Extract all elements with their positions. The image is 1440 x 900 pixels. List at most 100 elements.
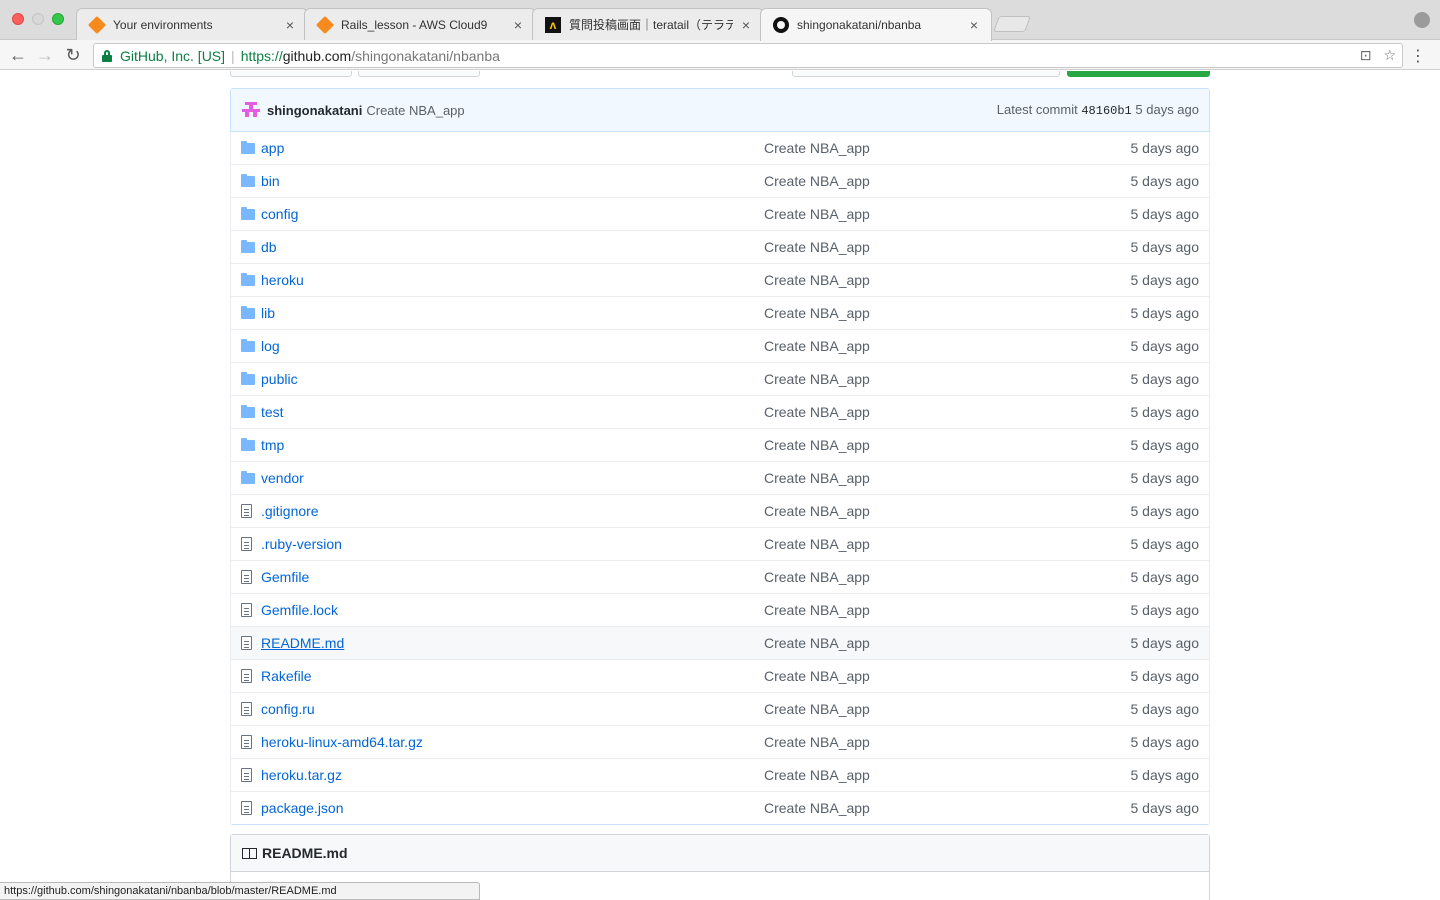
file-commit-message-link[interactable]: Create NBA_app [764,239,1039,255]
file-row[interactable]: public Create NBA_app 5 days ago [231,362,1209,395]
file-commit-message-link[interactable]: Create NBA_app [764,767,1039,783]
file-actions-button-group[interactable] [792,71,1060,77]
file-row[interactable]: README.md Create NBA_app 5 days ago [231,626,1209,659]
branch-button[interactable] [230,71,352,77]
file-name-link[interactable]: vendor [261,470,764,486]
file-name-link[interactable]: config.ru [261,701,764,717]
file-commit-message-link[interactable]: Create NBA_app [764,470,1039,486]
file-commit-message-link[interactable]: Create NBA_app [764,140,1039,156]
folder-icon [231,305,261,319]
file-row[interactable]: log Create NBA_app 5 days ago [231,329,1209,362]
file-commit-message-link[interactable]: Create NBA_app [764,371,1039,387]
file-name-link[interactable]: heroku [261,272,764,288]
file-commit-age: 5 days ago [1130,536,1200,552]
address-bar[interactable]: GitHub, Inc. [US] | https://github.com/s… [93,43,1403,68]
close-icon[interactable]: × [967,17,981,33]
file-commit-message-link[interactable]: Create NBA_app [764,602,1039,618]
file-name-link[interactable]: tmp [261,437,764,453]
file-name-link[interactable]: heroku-linux-amd64.tar.gz [261,734,764,750]
file-name-link[interactable]: app [261,140,764,156]
file-commit-message-link[interactable]: Create NBA_app [764,206,1039,222]
close-icon[interactable]: × [283,17,297,33]
file-icon [231,702,261,716]
file-name-link[interactable]: test [261,404,764,420]
file-name-link[interactable]: README.md [261,635,764,651]
file-name-link[interactable]: public [261,371,764,387]
file-commit-message-link[interactable]: Create NBA_app [764,338,1039,354]
translate-icon[interactable]: ⊡ [1360,47,1372,64]
file-row[interactable]: lib Create NBA_app 5 days ago [231,296,1209,329]
close-icon[interactable]: × [739,17,753,33]
close-icon[interactable]: × [511,17,525,33]
file-commit-message-link[interactable]: Create NBA_app [764,404,1039,420]
browser-menu-icon[interactable]: ⋮ [1410,46,1426,66]
file-commit-message-link[interactable]: Create NBA_app [764,305,1039,321]
file-row[interactable]: test Create NBA_app 5 days ago [231,395,1209,428]
file-row[interactable]: Rakefile Create NBA_app 5 days ago [231,659,1209,692]
file-name-link[interactable]: Rakefile [261,668,764,684]
avatar[interactable] [241,100,261,120]
file-name-link[interactable]: db [261,239,764,255]
file-row[interactable]: Gemfile.lock Create NBA_app 5 days ago [231,593,1209,626]
file-row[interactable]: vendor Create NBA_app 5 days ago [231,461,1209,494]
file-row[interactable]: bin Create NBA_app 5 days ago [231,164,1209,197]
bookmark-star-icon[interactable]: ☆ [1383,47,1396,64]
back-arrow-icon[interactable]: ← [8,44,28,66]
file-name-link[interactable]: lib [261,305,764,321]
github-icon [773,17,789,33]
file-commit-message-link[interactable]: Create NBA_app [764,569,1039,585]
file-row[interactable]: config.ru Create NBA_app 5 days ago [231,692,1209,725]
browser-tab[interactable]: Rails_lesson - AWS Cloud9 × [304,8,536,40]
file-row[interactable]: .ruby-version Create NBA_app 5 days ago [231,527,1209,560]
file-commit-message-link[interactable]: Create NBA_app [764,800,1039,816]
commit-message-link[interactable]: Create NBA_app [366,103,464,118]
commit-author-link[interactable]: shingonakatani [267,103,362,118]
minimize-window-button[interactable] [32,13,44,25]
file-name-link[interactable]: Gemfile [261,569,764,585]
file-commit-message-link[interactable]: Create NBA_app [764,701,1039,717]
file-row[interactable]: tmp Create NBA_app 5 days ago [231,428,1209,461]
file-name-link[interactable]: log [261,338,764,354]
file-name-link[interactable]: Gemfile.lock [261,602,764,618]
file-commit-message-link[interactable]: Create NBA_app [764,173,1039,189]
file-row[interactable]: heroku Create NBA_app 5 days ago [231,263,1209,296]
new-tab-button[interactable] [993,16,1031,32]
file-name-link[interactable]: heroku.tar.gz [261,767,764,783]
close-window-button[interactable] [12,13,24,25]
forward-arrow-icon[interactable]: → [35,44,55,66]
file-commit-age: 5 days ago [1130,569,1200,585]
file-commit-message-link[interactable]: Create NBA_app [764,437,1039,453]
maximize-window-button[interactable] [52,13,64,25]
commit-sha-link[interactable]: 48160b1 [1081,104,1131,118]
file-row[interactable]: db Create NBA_app 5 days ago [231,230,1209,263]
file-commit-message-link[interactable]: Create NBA_app [764,635,1039,651]
file-commit-message-link[interactable]: Create NBA_app [764,536,1039,552]
file-row[interactable]: heroku-linux-amd64.tar.gz Create NBA_app 5… [231,725,1209,758]
latest-commit-label: Latest commit [996,102,1078,117]
clone-download-button[interactable] [1067,71,1210,77]
file-commit-message-link[interactable]: Create NBA_app [764,668,1039,684]
file-commit-message-link[interactable]: Create NBA_app [764,272,1039,288]
browser-tab-active[interactable]: shingonakatani/nbanba × [760,8,992,41]
browser-tab[interactable]: Your environments × [76,8,308,40]
file-name-link[interactable]: package.json [261,800,764,816]
aws-cloud9-icon [87,15,107,34]
file-name-link[interactable]: .ruby-version [261,536,764,552]
latest-commit-info: Latest commit 48160b1 5 days ago [997,102,1199,118]
file-icon [231,603,261,617]
file-name-link[interactable]: bin [261,173,764,189]
file-row[interactable]: config Create NBA_app 5 days ago [231,197,1209,230]
file-row[interactable]: Gemfile Create NBA_app 5 days ago [231,560,1209,593]
file-row[interactable]: app Create NBA_app 5 days ago [231,132,1209,164]
file-row[interactable]: .gitignore Create NBA_app 5 days ago [231,494,1209,527]
file-commit-message-link[interactable]: Create NBA_app [764,503,1039,519]
file-row[interactable]: package.json Create NBA_app 5 days ago [231,791,1209,824]
file-name-link[interactable]: .gitignore [261,503,764,519]
browser-tab[interactable]: ʌ 質問投稿画面｜teratail（テラテイ × [532,8,764,40]
file-commit-message-link[interactable]: Create NBA_app [764,734,1039,750]
profile-icon[interactable] [1414,12,1430,28]
file-name-link[interactable]: config [261,206,764,222]
new-pull-request-button[interactable] [358,71,480,77]
reload-icon[interactable]: ↻ [63,44,83,66]
file-row[interactable]: heroku.tar.gz Create NBA_app 5 days ago [231,758,1209,791]
